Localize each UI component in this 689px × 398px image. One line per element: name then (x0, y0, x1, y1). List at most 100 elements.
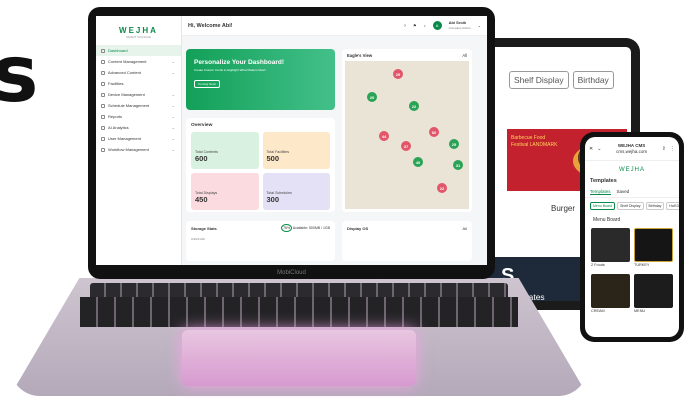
reports-icon (101, 114, 105, 119)
content-icon (101, 59, 105, 64)
sidebar-item-user-management[interactable]: User Management ⌄ (96, 133, 181, 144)
sidebar-item-ai-analytics[interactable]: AI Analytics ⌄ (96, 122, 181, 133)
trackpad (182, 330, 416, 386)
laptop-brand: MobiCloud (277, 270, 306, 276)
sidebar-item-advanced-content[interactable]: Advanced Content ⌄ (96, 67, 181, 78)
main-content: Hi, Welcome Abi! ? ⚑ ♪ A Abi Sroik Compa… (182, 16, 487, 265)
template-label: Burger (551, 204, 576, 213)
template-card[interactable]: TURKEY (634, 228, 673, 270)
sidebar-item-label: Dashboard (108, 48, 128, 53)
storage-stats-card: Storage Stats 78% Available: 500MB / 1GB… (186, 221, 335, 261)
template-caption: MENU (634, 309, 646, 313)
overview-title: Overview (191, 123, 213, 128)
display-os-filter[interactable]: All (463, 226, 467, 231)
sidebar-item-label: Reports (108, 114, 123, 119)
facility-icon (101, 81, 105, 86)
tablet-chip-birthday[interactable]: Birthday (572, 71, 614, 89)
chip-birthday[interactable]: Birthday (645, 202, 665, 210)
chevron-down-icon: ⌄ (171, 114, 175, 119)
map-pin[interactable]: 37 (401, 141, 411, 151)
stat-total-contents[interactable]: Total Contents 600 (191, 132, 259, 169)
map[interactable]: 29 20 22 44 37 40 60 25 31 22 (345, 61, 469, 209)
template-caption: CREAM (591, 309, 605, 313)
chevron-down-icon: ⌄ (171, 103, 175, 108)
stat-total-facilities[interactable]: Total Facilities 500 (262, 132, 330, 169)
template-card[interactable]: 2 Foods (591, 228, 630, 270)
chip-half-display[interactable]: Half Display (666, 202, 679, 210)
sidebar-item-facilities[interactable]: Facilities (96, 78, 181, 89)
stat-value: 450 (195, 195, 208, 204)
phone-title: WEJHA CMS (617, 142, 646, 148)
chevron-down-icon: ⌄ (171, 70, 175, 75)
chevron-down-icon: ⌄ (171, 125, 175, 130)
sidebar-item-reports[interactable]: Reports ⌄ (96, 111, 181, 122)
map-pin[interactable]: 22 (437, 183, 447, 193)
user-icon (101, 136, 105, 141)
share-icon[interactable]: ⇪ (662, 146, 666, 152)
storage-text: Available: 500MB / 1GB (292, 226, 330, 230)
chevron-down-icon: ⌄ (171, 147, 175, 152)
map-pin[interactable]: 25 (449, 139, 459, 149)
dashboard-icon (101, 48, 105, 53)
sidebar-item-schedule-management[interactable]: Schedule Management ⌄ (96, 100, 181, 111)
map-pin[interactable]: 60 (429, 127, 439, 137)
avatar[interactable]: A (432, 21, 442, 30)
stat-value: 500 (266, 154, 280, 163)
help-icon[interactable]: ? (404, 23, 406, 28)
sidebar-item-label: Facilities (108, 81, 124, 86)
bell-icon[interactable]: ♪ (424, 23, 426, 28)
template-caption: TURKEY (634, 263, 650, 267)
tablet-chip-shelf-display[interactable]: Shelf Display (509, 71, 569, 89)
user-name: Abi Sroik (448, 19, 467, 25)
chip-menu-board[interactable]: Menu Board (590, 202, 616, 210)
tab-saved[interactable]: Saved (617, 189, 630, 195)
stat-value: 300 (266, 195, 280, 204)
wejha-logo: WEJHA (119, 26, 158, 35)
user-role: Company Admin (448, 25, 471, 30)
advanced-icon (101, 70, 105, 75)
sidebar-item-label: Device Management (108, 92, 145, 97)
chevron-down-icon: ⌄ (171, 59, 175, 64)
sidebar-item-content-management[interactable]: Content Management ⌄ (96, 56, 181, 67)
map-pin[interactable]: 40 (413, 157, 423, 167)
chevron-down-icon[interactable]: ⌄ (597, 146, 601, 152)
sidebar-item-label: Workflow Management (108, 147, 149, 152)
storage-title: Storage Stats (191, 226, 217, 231)
laptop-screen: WEJHA SMART SIGNAGE Dashboard Content Ma… (88, 7, 495, 279)
welcome-title: Hi, Welcome Abi! (188, 22, 233, 29)
map-pin[interactable]: 20 (367, 92, 377, 102)
sidebar-item-workflow-management[interactable]: Workflow Management ⌄ (96, 144, 181, 155)
map-filter[interactable]: All (462, 53, 467, 58)
sidebar-item-label: AI Analytics (108, 125, 129, 130)
phone-device: ✕ ⌄ WEJHA CMS cms.wejha.com ⇪ ⋮ WEJHA Tem… (580, 132, 684, 342)
topbar: Hi, Welcome Abi! ? ⚑ ♪ A Abi Sroik Compa… (182, 16, 487, 36)
section-title: Menu Board (593, 217, 621, 223)
map-pin[interactable]: 29 (393, 69, 403, 79)
chip-shelf-display[interactable]: Shelf Display (617, 202, 644, 210)
sidebar: WEJHA SMART SIGNAGE Dashboard Content Ma… (96, 16, 182, 265)
stat-total-displays[interactable]: Total Displays 450 (191, 173, 259, 210)
chevron-down-icon: ⌄ (171, 136, 175, 141)
close-icon[interactable]: ✕ (589, 146, 593, 152)
display-os-title: Display OS (347, 226, 369, 231)
coming-soon-button[interactable]: Coming Soon (194, 80, 221, 88)
stat-value: 600 (195, 154, 208, 163)
menu-icon[interactable]: ⋮ (670, 146, 675, 152)
template-card[interactable]: CREAM (591, 274, 630, 316)
sidebar-item-device-management[interactable]: Device Management ⌄ (96, 89, 181, 100)
ai-icon (101, 125, 105, 130)
map-pin[interactable]: 22 (409, 101, 419, 111)
sidebar-item-dashboard[interactable]: Dashboard (96, 45, 181, 56)
phone-logo: WEJHA (619, 167, 645, 173)
chevron-down-icon[interactable]: ⌄ (478, 23, 481, 28)
flag-icon[interactable]: ⚑ (413, 23, 417, 28)
banner-title: Personalize Your Dashboard! (194, 59, 285, 66)
map-pin[interactable]: 44 (379, 131, 389, 141)
sidebar-item-label: User Management (108, 136, 141, 141)
tab-templates[interactable]: Templates (590, 189, 611, 195)
map-title: Eagle's View (347, 53, 373, 58)
overview-card: Overview Total Contents 600 Total Facilit… (186, 118, 335, 212)
template-card[interactable]: MENU (634, 274, 673, 316)
map-pin[interactable]: 31 (453, 160, 463, 170)
stat-total-schedules[interactable]: Total Schedules 300 (262, 173, 330, 210)
